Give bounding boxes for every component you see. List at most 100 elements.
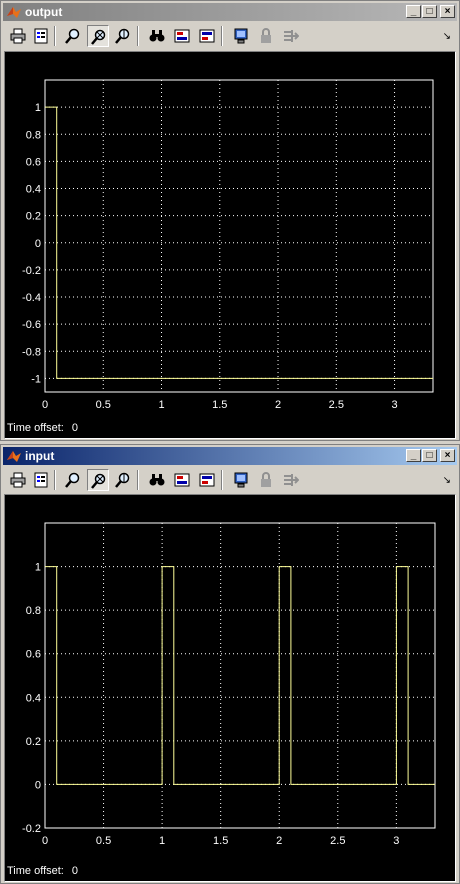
x-tick-label: 0.5 <box>96 835 111 847</box>
y-tick-label: 0 <box>35 238 41 250</box>
parameters-button[interactable] <box>30 25 52 47</box>
y-tick-label: 0 <box>35 779 41 791</box>
zoom-button[interactable] <box>62 25 84 47</box>
dock-arrow-icon[interactable]: ↘ <box>443 475 451 486</box>
floating-scope-icon <box>234 28 248 44</box>
autoscale-icon <box>149 474 165 486</box>
maximize-button[interactable]: □ <box>422 5 437 18</box>
zoom-x-icon <box>91 29 106 45</box>
restore-axes-button[interactable] <box>196 25 218 47</box>
window-title: input <box>25 449 55 463</box>
toolbar: ↘ <box>3 23 457 49</box>
y-tick-label: 0.2 <box>26 736 41 748</box>
scope-display: 0 0.5 1 1.5 2 2.5 3 1 0.8 0.6 0.4 0.2 0 -0.2 Time off… <box>4 494 456 882</box>
x-tick-label: 1.5 <box>212 399 227 411</box>
autoscale-icon <box>149 30 165 42</box>
autoscale-button[interactable] <box>146 25 168 47</box>
autoscale-button[interactable] <box>146 469 168 491</box>
y-tick-label: 0.8 <box>26 605 41 617</box>
x-tick-label: 3 <box>393 835 399 847</box>
zoom-x-button[interactable] <box>87 469 109 491</box>
y-tick-label: 0.6 <box>26 156 41 168</box>
time-offset-label: Time offset: <box>7 865 64 877</box>
maximize-button[interactable]: □ <box>422 449 437 462</box>
x-tick-label: 2 <box>275 399 281 411</box>
save-axes-icon <box>174 29 190 43</box>
x-tick-label: 3 <box>391 399 397 411</box>
x-tick-label: 1.5 <box>213 835 228 847</box>
lock-icon <box>261 472 271 487</box>
y-tick-label: -0.2 <box>22 823 41 835</box>
signal-selection-button[interactable] <box>280 25 302 47</box>
time-offset-value: 0 <box>71 865 78 877</box>
print-icon <box>10 472 26 488</box>
toolbar: ↘ <box>3 467 457 493</box>
lock-icon <box>261 28 271 43</box>
zoom-x-button[interactable] <box>87 25 109 47</box>
time-offset: Time offset: 0 <box>7 865 78 877</box>
zoom-x-icon <box>91 473 106 489</box>
restore-axes-icon <box>199 473 215 487</box>
x-tick-label: 1 <box>158 399 164 411</box>
window-title: output <box>25 5 63 19</box>
y-tick-label: -0.8 <box>22 346 41 358</box>
zoom-icon <box>65 28 80 44</box>
y-tick-label: 1 <box>35 562 41 574</box>
save-axes-icon <box>174 473 190 487</box>
restore-axes-button[interactable] <box>196 469 218 491</box>
time-offset: Time offset: 0 <box>7 422 78 434</box>
minimize-button[interactable]: _ <box>406 5 421 18</box>
parameters-button[interactable] <box>30 469 52 491</box>
dock-arrow-icon[interactable]: ↘ <box>443 31 451 42</box>
y-tick-label: -1 <box>31 373 41 385</box>
signal-line <box>45 106 433 379</box>
signal-selection-icon <box>284 474 299 486</box>
save-axes-button[interactable] <box>171 25 193 47</box>
input-plot: 0 0.5 1 1.5 2 2.5 310.80.60.40.20-0.2 <box>22 522 436 847</box>
close-button[interactable]: × <box>440 5 455 18</box>
y-tick-label: 0.8 <box>26 129 41 141</box>
y-tick-label: -0.4 <box>22 292 41 304</box>
x-tick-label: 2.5 <box>330 835 345 847</box>
zoom-icon <box>65 472 80 488</box>
x-tick-label: 0.5 <box>96 399 111 411</box>
title-bar[interactable]: output _ □ × <box>3 3 457 21</box>
output-plot: 0 0.5 1 1.5 2 2.5 3 1 0.8 0.6 0.4 0.2 0 -0.2 -0.4 -0.6 -… <box>22 79 434 411</box>
matlab-icon <box>7 7 21 18</box>
zoom-button[interactable] <box>62 469 84 491</box>
floating-scope-button[interactable] <box>230 25 252 47</box>
title-bar[interactable]: input _ □ × <box>3 447 457 465</box>
x-tick-label: 0 <box>42 835 48 847</box>
zoom-y-button[interactable] <box>112 25 134 47</box>
floating-scope-icon <box>234 472 248 488</box>
output-scope-window[interactable]: output _ □ × ↘ 0 0.5 1 1.5 2 2.5 3 1 0.8… <box>0 0 460 441</box>
lock-button[interactable] <box>255 25 277 47</box>
input-scope-window[interactable]: input _ □ × ↘ 0 0.5 1 1.5 2 2.5 3 1 0.8 … <box>0 444 460 884</box>
close-button[interactable]: × <box>440 449 455 462</box>
floating-scope-button[interactable] <box>230 469 252 491</box>
y-tick-label: 0.2 <box>26 211 41 223</box>
signal-selection-icon <box>284 30 299 42</box>
parameters-icon <box>34 472 48 488</box>
print-icon <box>10 28 26 44</box>
save-axes-button[interactable] <box>171 469 193 491</box>
zoom-y-icon <box>115 28 130 44</box>
parameters-icon <box>34 28 48 44</box>
matlab-icon <box>7 451 21 462</box>
signal-selection-button[interactable] <box>280 469 302 491</box>
y-tick-label: 0.4 <box>26 184 41 196</box>
zoom-y-button[interactable] <box>112 469 134 491</box>
x-tick-label: 2 <box>276 835 282 847</box>
y-tick-label: -0.6 <box>22 319 41 331</box>
print-button[interactable] <box>7 469 29 491</box>
x-tick-label: 0 <box>42 399 48 411</box>
x-tick-label: 1 <box>159 835 165 847</box>
y-tick-label: 0.6 <box>26 649 41 661</box>
lock-button[interactable] <box>255 469 277 491</box>
x-tick-label: 2.5 <box>329 399 344 411</box>
zoom-y-icon <box>115 472 130 488</box>
print-button[interactable] <box>7 25 29 47</box>
y-tick-label: 1 <box>35 102 41 114</box>
y-tick-label: -0.2 <box>22 265 41 277</box>
minimize-button[interactable]: _ <box>406 449 421 462</box>
